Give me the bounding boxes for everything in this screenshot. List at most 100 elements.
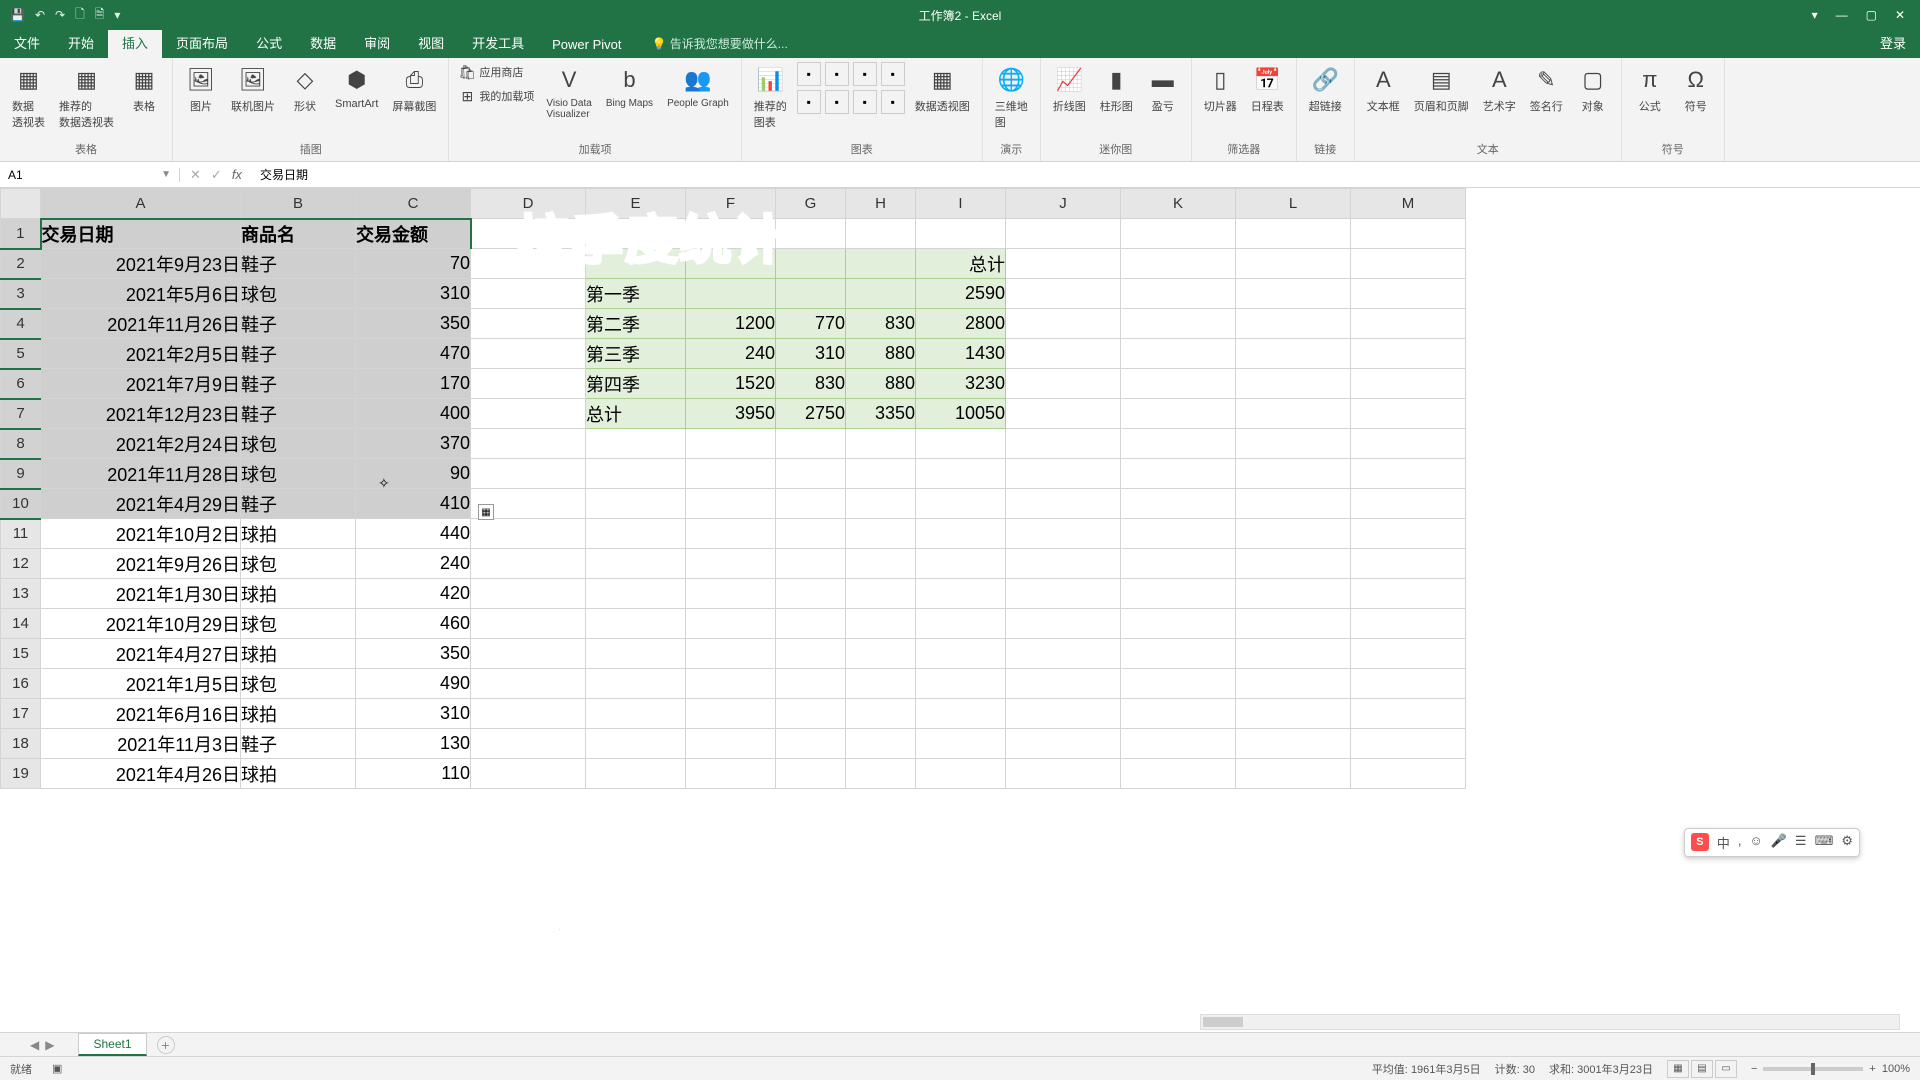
cell-C4[interactable]: 350 [356,309,471,339]
cell-M2[interactable] [1351,249,1466,279]
cell-B1[interactable]: 商品名 [241,219,356,249]
ribbon-tab[interactable]: 页面布局 [162,27,242,58]
cell-C19[interactable]: 110 [356,759,471,789]
close-icon[interactable]: ✕ [1895,8,1905,22]
cell-E16[interactable] [586,669,686,699]
cell-C12[interactable]: 240 [356,549,471,579]
cell-I18[interactable] [916,729,1006,759]
fx-icon[interactable]: fx [232,167,242,183]
name-box[interactable]: A1 ▼ [0,168,180,182]
cell-M15[interactable] [1351,639,1466,669]
cell-E3[interactable]: 第一季 [586,279,686,309]
cell-E18[interactable] [586,729,686,759]
cell-G18[interactable] [776,729,846,759]
textbox-button[interactable]: A文本框 [1363,62,1404,116]
cell-H6[interactable]: 880 [846,369,916,399]
cell-I10[interactable] [916,489,1006,519]
row-header-14[interactable]: 14 [1,609,41,639]
cell-J6[interactable] [1006,369,1121,399]
cell-I6[interactable]: 3230 [916,369,1006,399]
cell-B2[interactable]: 鞋子 [241,249,356,279]
cell-C14[interactable]: 460 [356,609,471,639]
cell-K1[interactable] [1121,219,1236,249]
cell-I17[interactable] [916,699,1006,729]
cell-A15[interactable]: 2021年4月27日 [41,639,241,669]
cell-A10[interactable]: 2021年4月29日 [41,489,241,519]
cell-F1[interactable] [686,219,776,249]
cell-F13[interactable] [686,579,776,609]
row-header-10[interactable]: 10 [1,489,41,519]
cell-B15[interactable]: 球拍 [241,639,356,669]
row-header-5[interactable]: 5 [1,339,41,369]
minimize-icon[interactable]: — [1836,8,1848,22]
cell-F11[interactable] [686,519,776,549]
cell-B13[interactable]: 球拍 [241,579,356,609]
ime-settings-icon[interactable]: ⚙ [1841,833,1853,852]
cell-J12[interactable] [1006,549,1121,579]
cell-F6[interactable]: 1520 [686,369,776,399]
cell-H2[interactable] [846,249,916,279]
cell-D8[interactable] [471,429,586,459]
timeline-button[interactable]: 📅日程表 [1247,62,1288,116]
object-button[interactable]: ▢对象 [1573,62,1613,116]
ribbon-tab[interactable]: 开始 [54,27,108,58]
cell-K10[interactable] [1121,489,1236,519]
ribbon-tab[interactable]: 开发工具 [458,27,538,58]
cell-F12[interactable] [686,549,776,579]
cell-A18[interactable]: 2021年11月3日 [41,729,241,759]
cell-D17[interactable] [471,699,586,729]
row-header-1[interactable]: 1 [1,219,41,249]
cell-C7[interactable]: 400 [356,399,471,429]
cell-L14[interactable] [1236,609,1351,639]
cell-I14[interactable] [916,609,1006,639]
ime-logo-icon[interactable]: S [1691,833,1709,851]
cell-I3[interactable]: 2590 [916,279,1006,309]
cell-M11[interactable] [1351,519,1466,549]
cell-D18[interactable] [471,729,586,759]
cell-J5[interactable] [1006,339,1121,369]
cell-D2[interactable] [471,249,586,279]
cell-B5[interactable]: 鞋子 [241,339,356,369]
cell-F3[interactable] [686,279,776,309]
row-header-12[interactable]: 12 [1,549,41,579]
select-all-corner[interactable] [1,189,41,219]
chart-combo-icon[interactable]: ▪ [825,90,849,114]
column-header-M[interactable]: M [1351,189,1466,219]
cell-F17[interactable] [686,699,776,729]
view-normal-icon[interactable]: ▦ [1667,1060,1689,1078]
row-header-13[interactable]: 13 [1,579,41,609]
cell-E6[interactable]: 第四季 [586,369,686,399]
cell-J14[interactable] [1006,609,1121,639]
column-header-A[interactable]: A [41,189,241,219]
cell-E9[interactable] [586,459,686,489]
visio-button[interactable]: VVisio DataVisualizer [542,62,595,122]
cell-A7[interactable]: 2021年12月23日 [41,399,241,429]
cell-J8[interactable] [1006,429,1121,459]
cell-J4[interactable] [1006,309,1121,339]
cell-H3[interactable] [846,279,916,309]
cell-H19[interactable] [846,759,916,789]
cell-F15[interactable] [686,639,776,669]
cell-G4[interactable]: 770 [776,309,846,339]
cell-J17[interactable] [1006,699,1121,729]
cell-M16[interactable] [1351,669,1466,699]
name-box-dropdown-icon[interactable]: ▼ [161,169,171,180]
my-addins-button[interactable]: ⊞我的加载项 [457,86,536,106]
online-pictures-button[interactable]: 🖼联机图片 [227,62,279,116]
cell-M8[interactable] [1351,429,1466,459]
cell-M18[interactable] [1351,729,1466,759]
table-button[interactable]: ▦表格 [124,62,164,116]
bing-maps-button[interactable]: bBing Maps [602,62,657,111]
row-header-18[interactable]: 18 [1,729,41,759]
cell-K11[interactable] [1121,519,1236,549]
view-layout-icon[interactable]: ▤ [1691,1060,1713,1078]
cell-E14[interactable] [586,609,686,639]
ribbon-tab[interactable]: 插入 [108,27,162,58]
cell-L15[interactable] [1236,639,1351,669]
cell-H4[interactable]: 830 [846,309,916,339]
cell-E11[interactable] [586,519,686,549]
column-header-D[interactable]: D [471,189,586,219]
cell-B16[interactable]: 球包 [241,669,356,699]
column-header-L[interactable]: L [1236,189,1351,219]
cell-G15[interactable] [776,639,846,669]
